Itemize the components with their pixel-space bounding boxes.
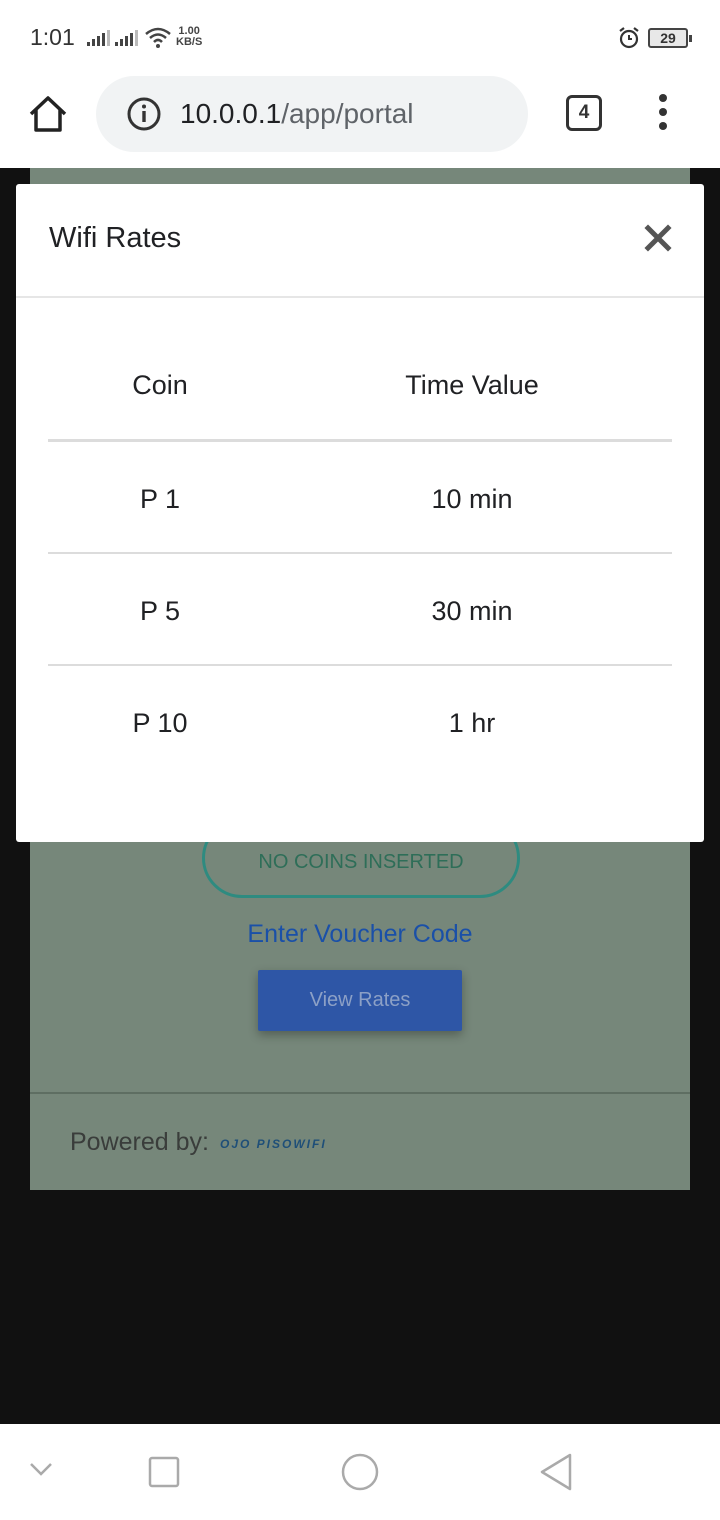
recents-icon[interactable] [148, 1456, 180, 1488]
more-vert-icon[interactable] [652, 94, 674, 134]
home-nav-icon[interactable] [340, 1452, 380, 1492]
coin-cell: P 5 [139, 596, 181, 626]
system-nav-bar [0, 1424, 720, 1520]
table-row: P 5 30 min [48, 554, 672, 666]
back-icon[interactable] [538, 1452, 574, 1492]
coin-cell: P 1 [139, 484, 181, 514]
table-row: P 1 10 min [48, 442, 672, 554]
time-cell: 1 hr [448, 708, 496, 738]
status-bar: 1:01 1.00 KB/S 29 [0, 0, 720, 76]
close-icon[interactable] [642, 222, 674, 254]
time-cell: 30 min [431, 596, 513, 626]
modal-title: Wifi Rates [49, 222, 182, 254]
footer-divider [30, 1092, 690, 1094]
address-bar[interactable]: 10.0.0.1/app/portal [96, 76, 528, 152]
home-icon[interactable] [26, 92, 70, 136]
browser-toolbar: 10.0.0.1/app/portal 4 [0, 76, 720, 168]
status-time: 1:01 [30, 24, 75, 50]
url-text[interactable]: 10.0.0.1/app/portal [180, 98, 414, 130]
powered-by-logo: OJO PISOWIFI [220, 1137, 327, 1151]
network-speed: 1.00 KB/S [176, 26, 202, 48]
signal-2-icon [115, 30, 138, 46]
chevron-down-icon[interactable] [28, 1460, 54, 1478]
time-cell: 10 min [431, 484, 513, 514]
wifi-icon [145, 27, 171, 48]
url-host: 10.0.0.1 [180, 98, 282, 129]
powered-by-label: Powered by: [70, 1128, 209, 1156]
column-header-time-value: Time Value [405, 370, 539, 400]
url-path: /app/portal [281, 98, 414, 129]
coin-cell: P 10 [132, 708, 188, 738]
table-row: P 10 1 hr [48, 666, 672, 778]
info-icon[interactable] [126, 96, 162, 132]
battery-indicator: 29 [648, 28, 692, 48]
wifi-rates-modal: Wifi Rates Coin Time Value P 1 10 min P … [16, 184, 704, 842]
modal-divider [16, 296, 704, 298]
alarm-icon [619, 27, 639, 49]
coins-status-text: NO COINS INSERTED [258, 851, 464, 873]
view-rates-button[interactable]: View Rates [258, 970, 462, 1031]
table-header: Coin Time Value [48, 328, 672, 442]
enter-voucher-link[interactable]: Enter Voucher Code [0, 920, 720, 949]
column-header-coin: Coin [132, 370, 188, 400]
network-speed-unit: KB/S [176, 36, 203, 48]
rates-table: Coin Time Value P 1 10 min P 5 30 min P … [48, 328, 672, 778]
tab-switcher-button[interactable]: 4 [566, 95, 602, 131]
signal-1-icon [87, 30, 110, 46]
